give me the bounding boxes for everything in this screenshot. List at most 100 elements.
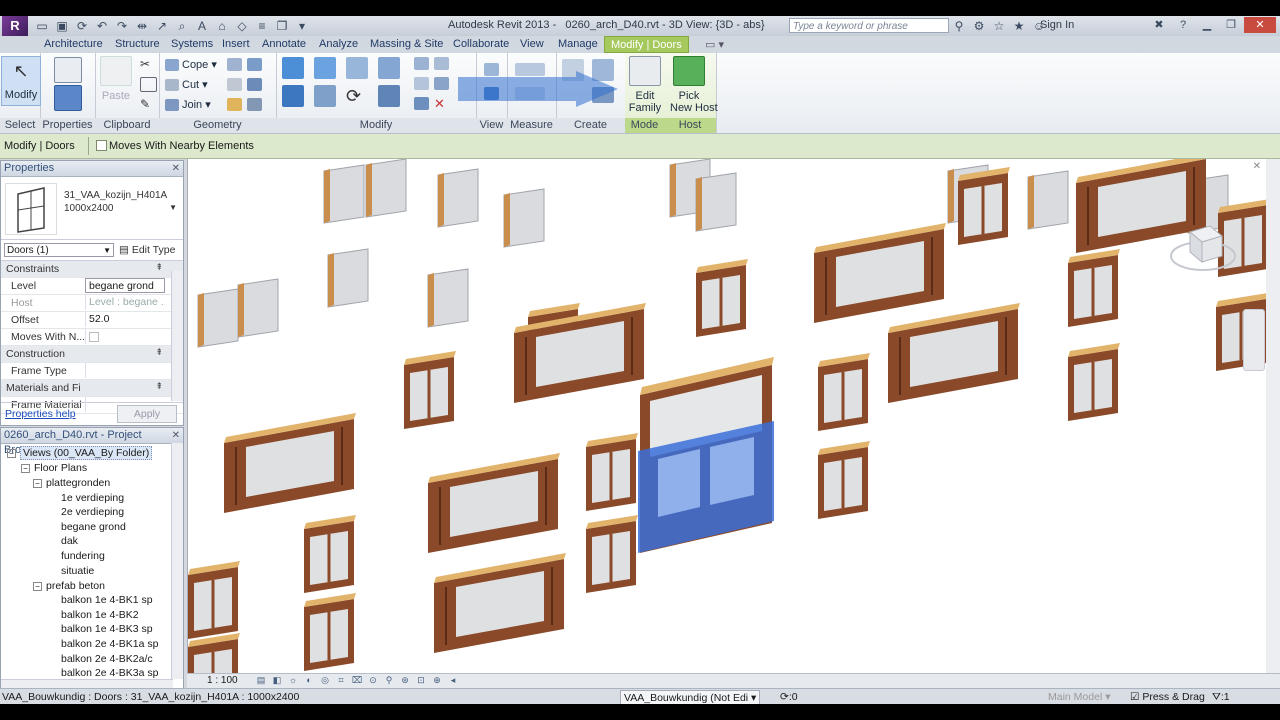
editing-requests[interactable]: ⟳:0 xyxy=(780,691,798,703)
undo-icon[interactable]: ↶ xyxy=(94,18,110,34)
3d-view-icon[interactable]: ⌂ xyxy=(214,18,230,34)
reveal-hidden-icon[interactable]: ⊛ xyxy=(399,674,411,686)
selection-filter[interactable]: ⛛:1 xyxy=(1212,691,1230,704)
measure-icon[interactable]: ⇹ xyxy=(134,18,150,34)
ribbon-minimize-icon[interactable]: ▭ ▾ xyxy=(705,38,724,51)
model-canvas[interactable] xyxy=(188,159,1267,673)
tree-item[interactable]: balkon 1e 4-BK3 sp xyxy=(61,623,153,635)
analytical-model-icon[interactable]: ⊡ xyxy=(415,674,427,686)
wall-joins-tool-icon[interactable] xyxy=(247,98,262,111)
tree-item[interactable]: balkon 1e 4-BK2 xyxy=(61,609,139,621)
3d-viewport[interactable]: ✕ xyxy=(187,159,1267,673)
tree-item[interactable]: fundering xyxy=(61,550,105,562)
mirror-draw-axis-icon[interactable] xyxy=(378,57,400,79)
join-button[interactable]: Join ▾ xyxy=(165,98,211,112)
switch-windows-icon[interactable]: ❐ xyxy=(274,18,290,34)
section-constraints[interactable]: Constraints ⇞ xyxy=(1,261,183,278)
browser-vscrollbar[interactable] xyxy=(171,443,183,679)
mirror-pick-axis-icon[interactable] xyxy=(346,57,368,79)
move-icon[interactable] xyxy=(282,85,304,107)
design-option-select[interactable]: Main Model ▾ xyxy=(1048,690,1128,704)
tree-item[interactable]: 2e verdieping xyxy=(61,506,124,518)
cope-button[interactable]: Cope ▾ xyxy=(165,58,217,72)
viewport-scrollbar[interactable] xyxy=(1266,159,1280,673)
frame-type-field[interactable] xyxy=(85,363,165,378)
open-icon[interactable]: ▭ xyxy=(34,18,50,34)
offset-icon[interactable] xyxy=(314,57,336,79)
tree-item[interactable]: situatie xyxy=(61,565,94,577)
tag-icon[interactable]: ⌕ xyxy=(174,18,190,34)
type-dropdown-icon[interactable]: ▼ xyxy=(169,203,177,212)
worksharing-icon[interactable]: ⊕ xyxy=(431,674,443,686)
type-selector[interactable]: 31_VAA_kozijn_H401A 1000x2400 ▼ xyxy=(1,177,183,240)
pin-icon[interactable] xyxy=(414,97,429,110)
modify-button[interactable]: ↖ Modify xyxy=(1,56,41,106)
tree-plattegronden[interactable]: − plattegronden xyxy=(33,477,110,489)
help-icon[interactable]: ? xyxy=(1172,17,1194,33)
tab-view[interactable]: View xyxy=(520,38,544,50)
demolish-icon[interactable] xyxy=(247,78,262,91)
close-browser-icon[interactable]: ✕ xyxy=(172,428,180,443)
tree-views-root[interactable]: − Views (00_VAA_By Folder) xyxy=(7,446,153,460)
properties-help-link[interactable]: Properties help xyxy=(5,408,76,420)
moves-with-checkbox[interactable] xyxy=(89,332,99,342)
array-icon[interactable] xyxy=(414,77,429,90)
close-button[interactable]: ✕ xyxy=(1244,17,1276,33)
favorites-icon[interactable]: ★ xyxy=(1012,18,1026,34)
tab-systems[interactable]: Systems xyxy=(171,38,213,50)
level-field[interactable]: begane grond xyxy=(85,278,165,293)
tree-item[interactable]: balkon 2e 4-BK3a sp xyxy=(61,667,158,679)
redo-icon[interactable]: ↷ xyxy=(114,18,130,34)
moves-with-nearby-checkbox[interactable] xyxy=(96,140,107,151)
tab-collaborate[interactable]: Collaborate xyxy=(453,38,509,50)
active-workset-select[interactable]: VAA_Bouwkundig (Not Edi ▾ xyxy=(620,690,761,704)
tree-item[interactable]: balkon 2e 4-BK2a/c xyxy=(61,653,153,665)
render-icon[interactable]: ◎ xyxy=(319,674,331,686)
close-properties-icon[interactable]: ✕ xyxy=(172,161,180,176)
copy-element-icon[interactable] xyxy=(314,85,336,107)
tab-insert[interactable]: Insert xyxy=(222,38,250,50)
instance-filter-select[interactable]: Doors (1) ▼ xyxy=(4,243,114,257)
rotate-icon[interactable]: ⟳ xyxy=(346,85,368,107)
properties-icon[interactable] xyxy=(54,57,82,83)
lock-3d-icon[interactable]: ⊙ xyxy=(367,674,379,686)
tab-modify-doors[interactable]: Modify | Doors xyxy=(604,36,689,53)
wall-joins-icon[interactable] xyxy=(227,78,242,91)
cut-icon[interactable]: ✂ xyxy=(140,57,155,71)
tree-item[interactable]: balkon 1e 4-BK1 sp xyxy=(61,594,153,606)
split-gap-icon[interactable] xyxy=(434,57,449,70)
type-properties-icon[interactable] xyxy=(54,85,82,111)
edit-type-button[interactable]: ▤ Edit Type xyxy=(119,244,175,256)
detail-level-icon[interactable]: ▤ xyxy=(255,674,267,686)
pick-new-host-button[interactable]: Pick New Host xyxy=(670,56,718,116)
edit-family-button[interactable]: Edit Family xyxy=(626,56,664,116)
minimize-button[interactable]: ▁ xyxy=(1196,17,1218,33)
tab-annotate[interactable]: Annotate xyxy=(262,38,306,50)
align-icon[interactable] xyxy=(282,57,304,79)
press-drag-toggle[interactable]: ☑ Press & Drag xyxy=(1130,691,1205,703)
paste-button[interactable]: Paste xyxy=(97,56,135,116)
tree-item[interactable]: balkon 2e 4-BK1a sp xyxy=(61,638,158,650)
paint-icon[interactable] xyxy=(247,58,262,71)
shadows-icon[interactable]: ◐ xyxy=(303,674,315,686)
dimension-icon[interactable]: ↗ xyxy=(154,18,170,34)
save-icon[interactable]: ▣ xyxy=(54,18,70,34)
tree-prefab-beton[interactable]: − prefab beton xyxy=(33,580,105,592)
sync-icon[interactable]: ⟳ xyxy=(74,18,90,34)
qat-dropdown-icon[interactable]: ▾ xyxy=(294,18,310,34)
tree-item[interactable]: begane grond xyxy=(61,521,126,533)
temporary-hide-icon[interactable]: ⚲ xyxy=(383,674,395,686)
thin-lines-icon[interactable]: ≡ xyxy=(254,18,270,34)
crop-view-icon[interactable]: ⌗ xyxy=(335,674,347,686)
tab-massing-site[interactable]: Massing & Site xyxy=(370,38,443,50)
visual-style-icon[interactable]: ◧ xyxy=(271,674,283,686)
view-scale[interactable]: 1 : 100 xyxy=(207,675,238,686)
tab-manage[interactable]: Manage xyxy=(558,38,598,50)
tab-structure[interactable]: Structure xyxy=(115,38,160,50)
tree-floor-plans[interactable]: − Floor Plans xyxy=(21,462,87,474)
text-icon[interactable]: A xyxy=(194,18,210,34)
section-icon[interactable]: ◇ xyxy=(234,18,250,34)
trim-icon[interactable] xyxy=(378,85,400,107)
match-properties-icon[interactable]: ✎ xyxy=(140,97,155,111)
delete-icon[interactable]: ✕ xyxy=(434,97,449,110)
